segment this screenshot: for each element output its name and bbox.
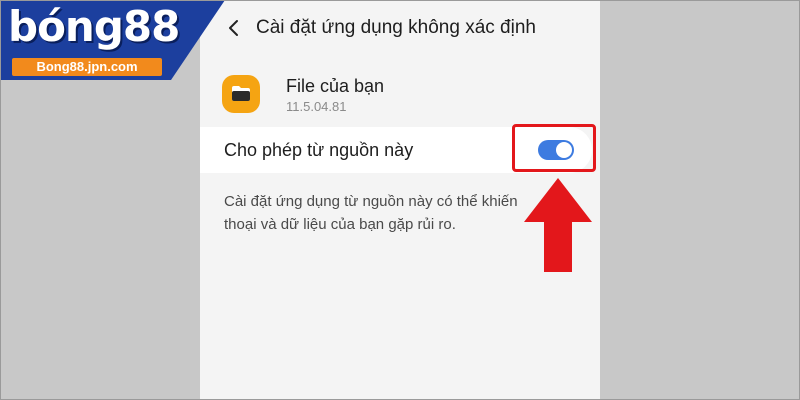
warning-description: Cài đặt ứng dụng từ nguồn này có thể khi… xyxy=(224,193,518,233)
highlight-box xyxy=(512,124,596,172)
app-bar: Cài đặt ứng dụng không xác định xyxy=(200,0,600,56)
app-name: File của bạn xyxy=(286,76,385,96)
back-button[interactable] xyxy=(222,14,246,42)
page-title: Cài đặt ứng dụng không xác định xyxy=(256,17,536,38)
setting-label: Cho phép từ nguồn này xyxy=(224,140,414,160)
folder-icon xyxy=(222,75,260,113)
app-info: File của bạn 11.5.04.81 xyxy=(222,72,582,116)
logo-url: Bong88.jpn.com xyxy=(12,58,162,76)
logo-text: bóng88 xyxy=(8,2,180,51)
logo-banner: bóng88 Bong88.jpn.com xyxy=(0,0,225,80)
chevron-left-icon xyxy=(229,20,238,36)
up-arrow-icon xyxy=(524,178,592,272)
app-version: 11.5.04.81 xyxy=(286,99,347,114)
